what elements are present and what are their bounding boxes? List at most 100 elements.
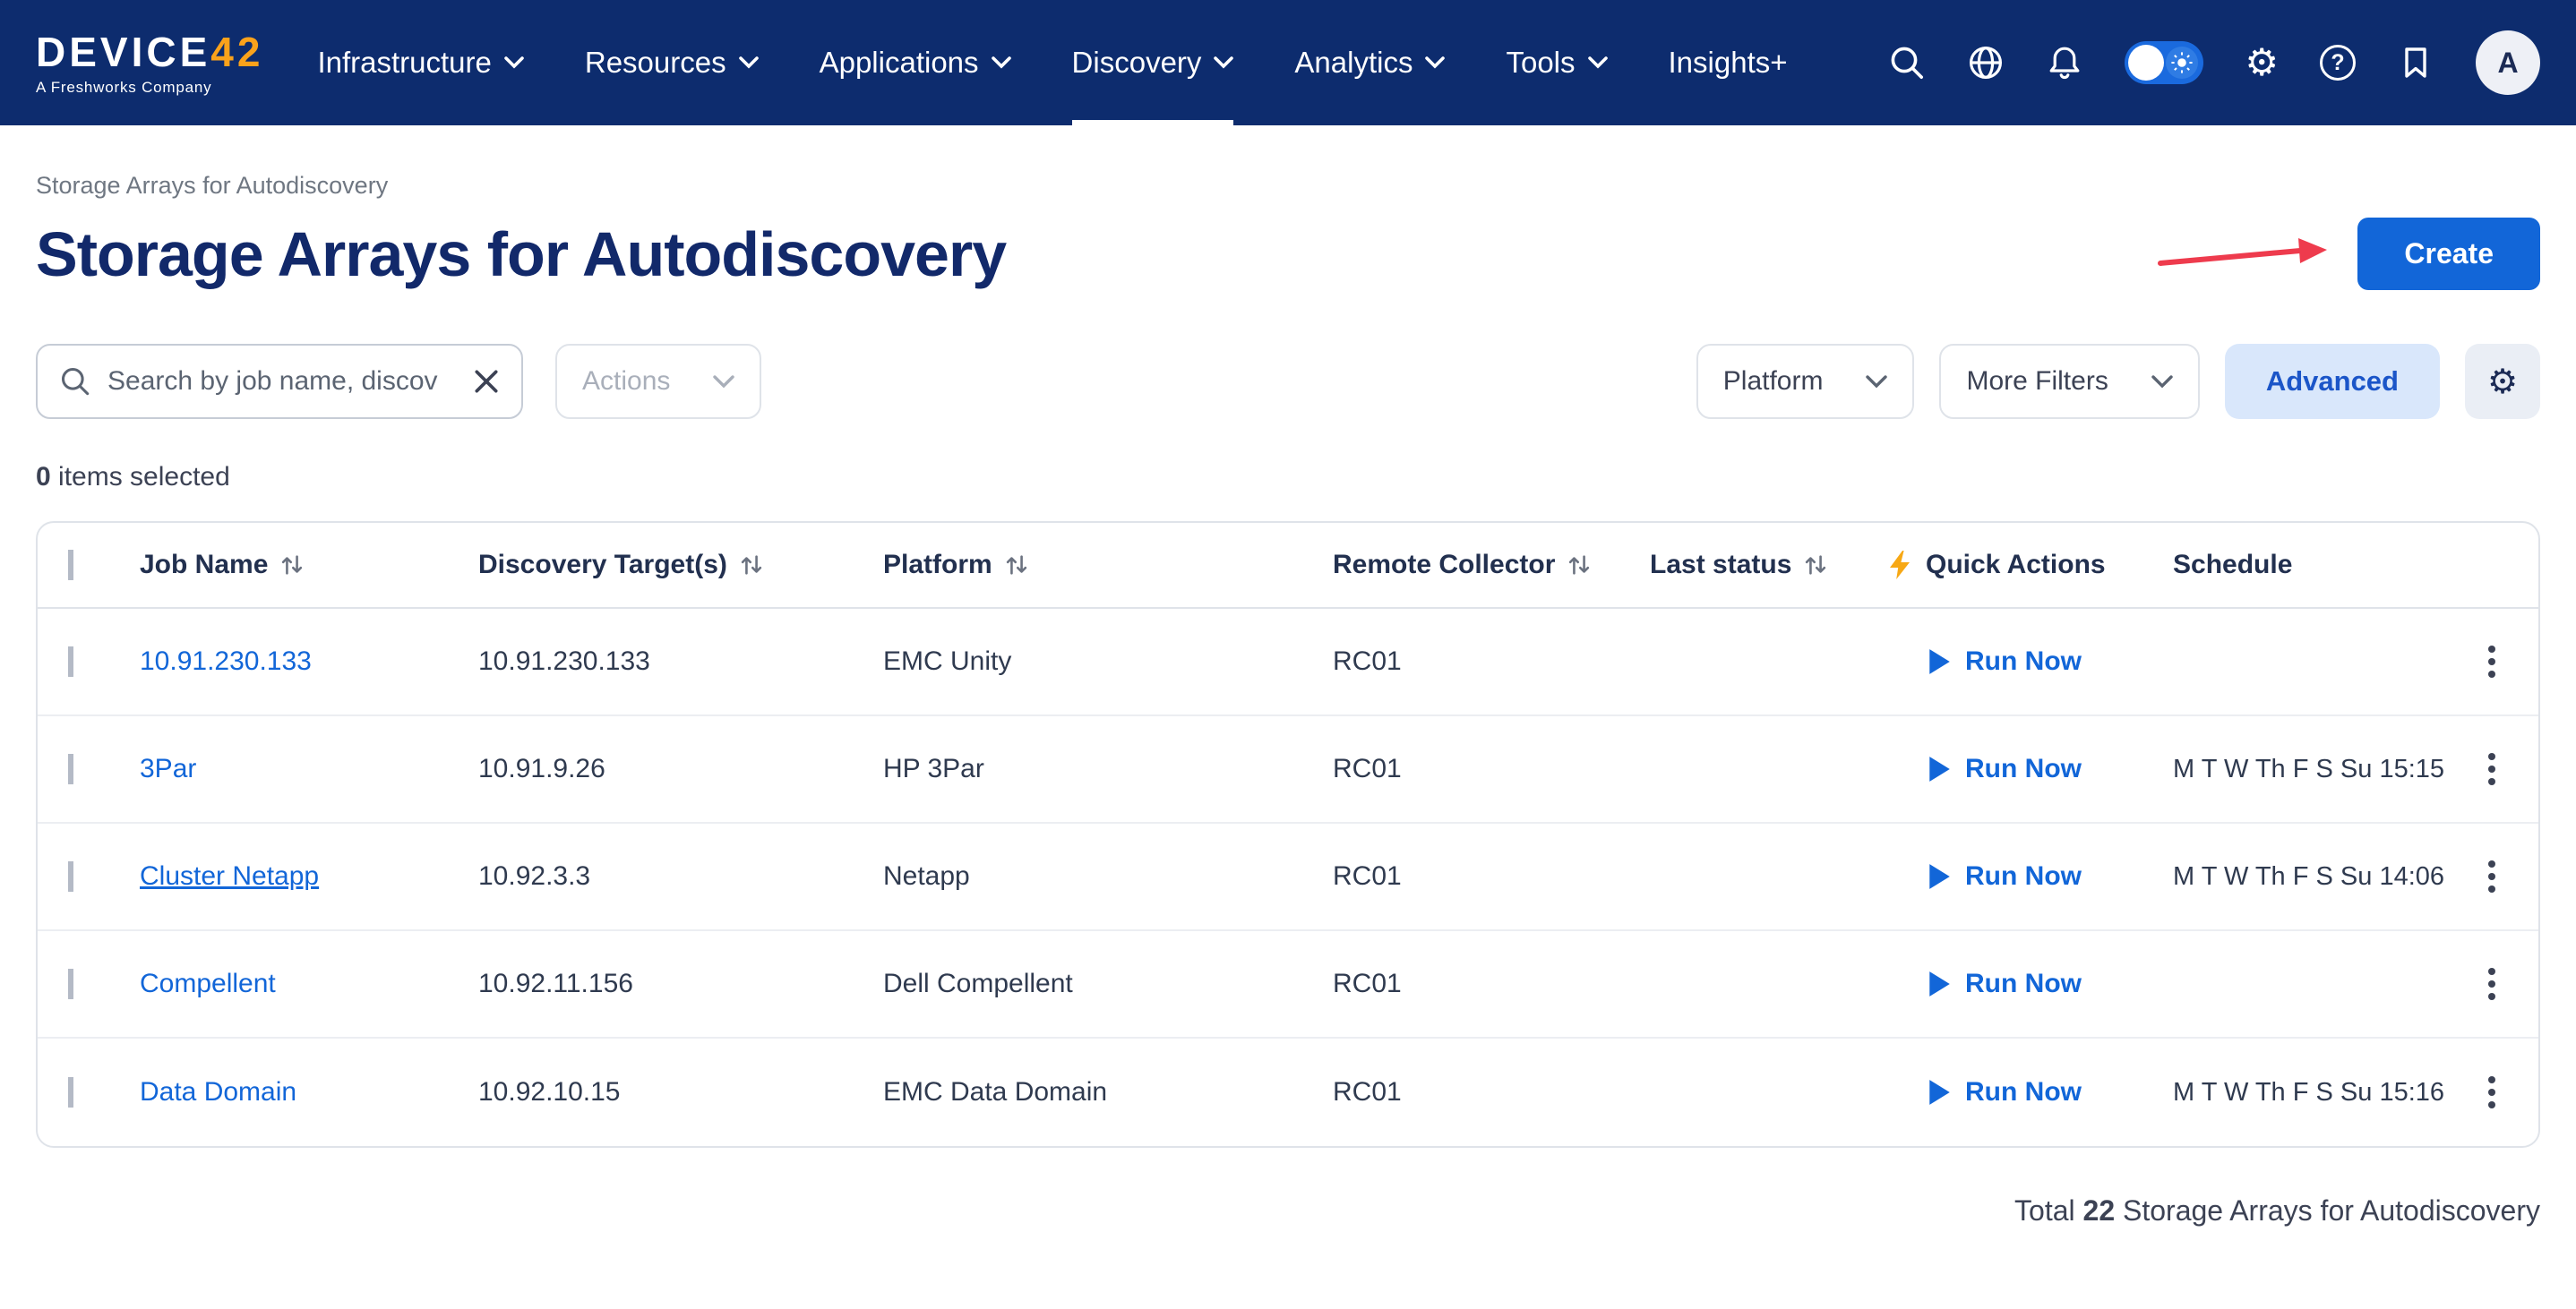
nav-item-label: Discovery xyxy=(1072,46,1202,80)
discovery-target-cell: 10.92.11.156 xyxy=(478,969,883,999)
nav-item[interactable]: Tools xyxy=(1506,0,1607,125)
breadcrumb: Storage Arrays for Autodiscovery xyxy=(36,172,2540,200)
table-settings-button[interactable]: ⚙ xyxy=(2465,344,2540,419)
nav-item[interactable]: Applications xyxy=(820,0,1011,125)
row-checkbox[interactable] xyxy=(68,646,73,677)
settings-gear-icon[interactable]: ⚙ xyxy=(2245,44,2279,81)
chevron-down-icon xyxy=(2151,374,2173,389)
nav-items: Infrastructure Resources Applications Di… xyxy=(317,0,1787,125)
nav-item[interactable]: Analytics xyxy=(1294,0,1445,125)
sort-icon[interactable] xyxy=(740,553,763,577)
select-all-checkbox[interactable] xyxy=(68,550,73,580)
page-title: Storage Arrays for Autodiscovery xyxy=(36,218,1006,290)
search-icon[interactable] xyxy=(1888,44,1926,81)
header-job-name[interactable]: Job Name xyxy=(140,550,478,580)
navbar-right-icons: ⚙ ? A xyxy=(1888,30,2540,95)
table-row: Cluster Netapp 10.92.3.3 Netapp RC01 Run… xyxy=(38,824,2538,931)
platform-filter-dropdown[interactable]: Platform xyxy=(1696,344,1915,419)
row-checkbox[interactable] xyxy=(68,754,73,784)
bookmark-icon[interactable] xyxy=(2397,44,2434,81)
chevron-down-icon xyxy=(992,56,1011,69)
search-box xyxy=(36,344,523,419)
chevron-down-icon xyxy=(739,56,759,69)
header-discovery-target[interactable]: Discovery Target(s) xyxy=(478,550,883,580)
run-now-button[interactable]: Run Now xyxy=(1888,1077,2159,1108)
more-filters-dropdown[interactable]: More Filters xyxy=(1939,344,2199,419)
nav-item[interactable]: Resources xyxy=(585,0,759,125)
play-icon xyxy=(1928,971,1951,997)
notifications-icon[interactable] xyxy=(2046,44,2083,81)
create-button[interactable]: Create xyxy=(2357,218,2540,290)
discovery-target-cell: 10.91.230.133 xyxy=(478,646,883,677)
brand-subtitle: A Freshworks Company xyxy=(36,80,263,95)
job-name-link[interactable]: Cluster Netapp xyxy=(140,861,319,891)
row-menu-button[interactable] xyxy=(2477,742,2506,796)
selection-count: 0 xyxy=(36,462,51,492)
row-menu-button[interactable] xyxy=(2477,957,2506,1011)
header-last-status[interactable]: Last status xyxy=(1650,550,1888,580)
row-menu-button[interactable] xyxy=(2477,850,2506,903)
theme-toggle[interactable] xyxy=(2125,41,2203,84)
sort-icon[interactable] xyxy=(280,553,304,577)
title-row: Storage Arrays for Autodiscovery Create xyxy=(36,218,2540,290)
schedule-cell: M T W Th F S Su 15:16 xyxy=(2173,1078,2460,1108)
annotation-arrow xyxy=(2157,233,2329,276)
platform-cell: HP 3Par xyxy=(883,754,1333,784)
nav-item[interactable]: Discovery xyxy=(1072,0,1234,125)
remote-collector-cell: RC01 xyxy=(1333,1077,1650,1108)
nav-item-label: Resources xyxy=(585,46,726,80)
row-checkbox[interactable] xyxy=(68,1077,73,1108)
run-now-button[interactable]: Run Now xyxy=(1888,646,2159,677)
total-count-text: Total 22 Storage Arrays for Autodiscover… xyxy=(36,1194,2540,1228)
run-now-button[interactable]: Run Now xyxy=(1888,969,2159,999)
search-input[interactable] xyxy=(107,366,457,397)
play-icon xyxy=(1928,756,1951,783)
header-quick-actions: Quick Actions xyxy=(1888,550,2173,580)
globe-icon[interactable] xyxy=(1967,44,2005,81)
table-body: 10.91.230.133 10.91.230.133 EMC Unity RC… xyxy=(38,609,2538,1146)
nav-item[interactable]: Infrastructure xyxy=(317,0,523,125)
discovery-target-cell: 10.91.9.26 xyxy=(478,754,883,784)
row-checkbox[interactable] xyxy=(68,861,73,892)
row-menu-button[interactable] xyxy=(2477,635,2506,689)
job-name-link[interactable]: Compellent xyxy=(140,969,276,998)
lightning-icon xyxy=(1888,551,1913,579)
nav-item-label: Infrastructure xyxy=(317,46,491,80)
search-input-icon xyxy=(59,365,91,398)
run-now-button[interactable]: Run Now xyxy=(1888,861,2159,892)
actions-dropdown[interactable]: Actions xyxy=(555,344,761,419)
job-name-link[interactable]: 10.91.230.133 xyxy=(140,646,312,676)
discovery-target-cell: 10.92.10.15 xyxy=(478,1077,883,1108)
play-icon xyxy=(1928,863,1951,890)
run-now-button[interactable]: Run Now xyxy=(1888,754,2159,784)
title-actions: Create xyxy=(2157,218,2540,290)
job-name-link[interactable]: Data Domain xyxy=(140,1077,296,1107)
sun-icon xyxy=(2166,47,2198,79)
platform-cell: EMC Unity xyxy=(883,646,1333,677)
table-row: 10.91.230.133 10.91.230.133 EMC Unity RC… xyxy=(38,609,2538,716)
job-name-link[interactable]: 3Par xyxy=(140,754,196,783)
row-checkbox[interactable] xyxy=(68,969,73,999)
nav-item[interactable]: Insights+ xyxy=(1669,0,1788,125)
sort-icon[interactable] xyxy=(1567,553,1591,577)
sort-icon[interactable] xyxy=(1804,553,1827,577)
remote-collector-cell: RC01 xyxy=(1333,646,1650,677)
user-avatar[interactable]: A xyxy=(2476,30,2540,95)
clear-search-icon[interactable] xyxy=(473,368,500,395)
table-row: 3Par 10.91.9.26 HP 3Par RC01 Run Now M T… xyxy=(38,716,2538,824)
total-count: 22 xyxy=(2083,1194,2116,1227)
table-row: Compellent 10.92.11.156 Dell Compellent … xyxy=(38,931,2538,1039)
advanced-button[interactable]: Advanced xyxy=(2225,344,2440,419)
device42-logo[interactable]: DEVICE42 A Freshworks Company xyxy=(36,31,263,95)
nav-item-label: Analytics xyxy=(1294,46,1413,80)
header-platform[interactable]: Platform xyxy=(883,550,1333,580)
help-icon[interactable]: ? xyxy=(2320,45,2356,81)
selection-status: 0 items selected xyxy=(36,462,2540,492)
chevron-down-icon xyxy=(1588,56,1608,69)
sort-icon[interactable] xyxy=(1005,553,1028,577)
table-row: Data Domain 10.92.10.15 EMC Data Domain … xyxy=(38,1039,2538,1146)
toolbar-right: Platform More Filters Advanced ⚙ xyxy=(1696,344,2540,419)
table-header-row: Job Name Discovery Target(s) Platform Re… xyxy=(38,523,2538,609)
row-menu-button[interactable] xyxy=(2477,1065,2506,1119)
header-remote-collector[interactable]: Remote Collector xyxy=(1333,550,1650,580)
